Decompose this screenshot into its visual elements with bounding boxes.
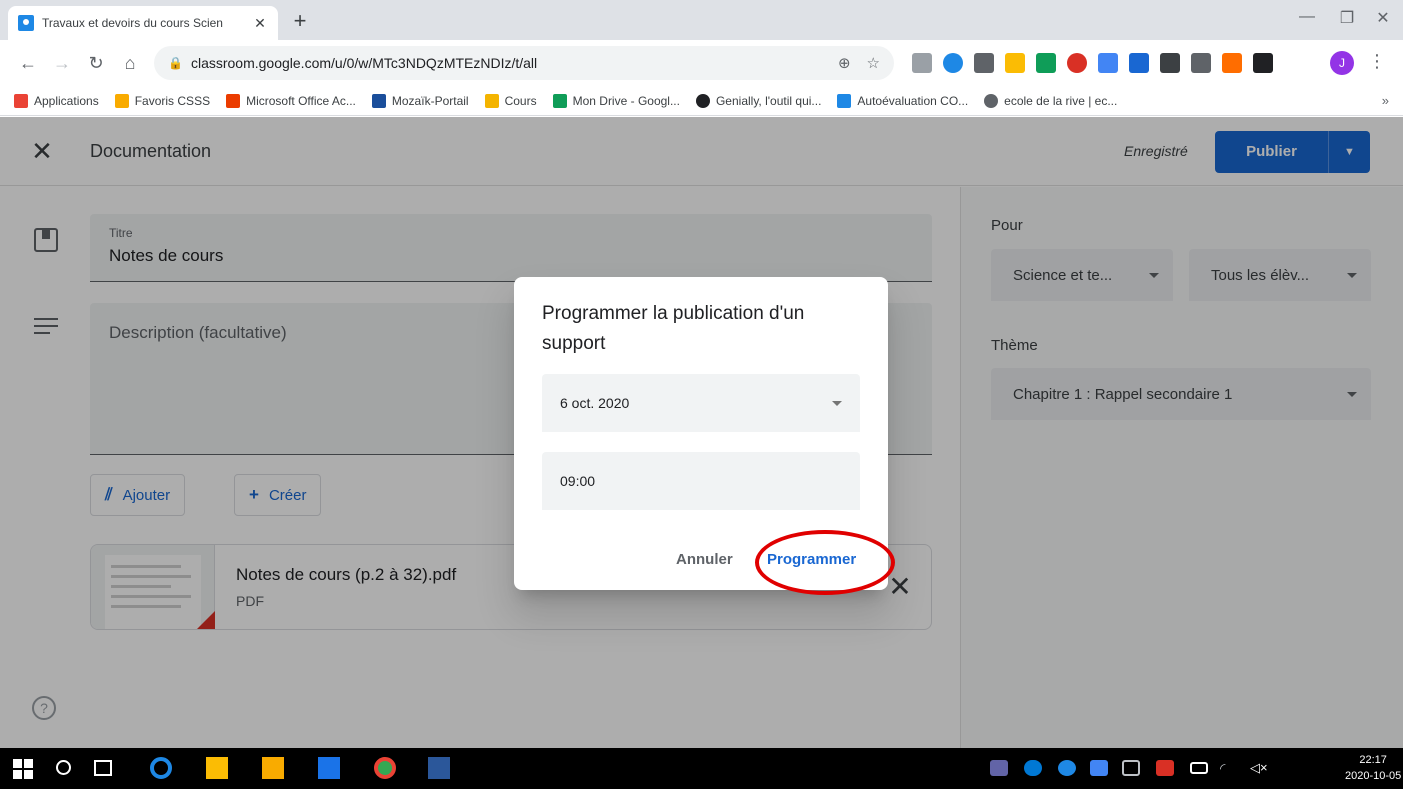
zoom-icon[interactable]: ⊕ (838, 54, 851, 72)
time-field[interactable]: 09:00 (542, 452, 860, 510)
office-icon (226, 93, 241, 108)
battery-icon[interactable] (1190, 762, 1208, 774)
bookmarks-bar: Applications Favoris CSSS Microsoft Offi… (0, 86, 1403, 116)
bookmark-label: Applications (34, 93, 99, 108)
windows-taskbar: ◜ ◁× 22:17 2020-10-05 (0, 748, 1403, 789)
globe-icon (984, 93, 999, 108)
bookmark-item[interactable]: Applications (14, 93, 99, 108)
bookmark-label: Microsoft Office Ac... (246, 93, 356, 108)
app-tray-icon[interactable] (1090, 760, 1108, 776)
bookmark-star-icon[interactable]: ☆ (867, 54, 880, 72)
puzzle-icon[interactable] (1253, 53, 1273, 73)
mozaik-icon (371, 93, 386, 108)
bookmark-label: Mon Drive - Googl... (572, 93, 680, 108)
dialog-title: Programmer la publication d'un support (542, 303, 805, 354)
drive-icon (552, 93, 567, 108)
restore-icon[interactable]: ❐ (1332, 8, 1362, 28)
extensions-area (912, 53, 1273, 73)
tab-title: Travaux et devoirs du cours Scien (42, 16, 223, 30)
extension-icon[interactable] (1191, 53, 1211, 73)
wifi-icon[interactable]: ◜ (1220, 760, 1238, 776)
adblock-icon[interactable] (1067, 53, 1087, 73)
browser-tab[interactable]: Travaux et devoirs du cours Scien ✕ (8, 6, 278, 40)
time-value: 09:00 (560, 473, 596, 489)
word-icon[interactable] (428, 757, 450, 779)
task-view-icon[interactable] (94, 760, 112, 776)
apps-grid-icon (14, 93, 28, 108)
file-explorer-icon[interactable] (262, 757, 284, 779)
url-text: classroom.google.com/u/0/w/MTc3NDQzMTEzN… (190, 55, 538, 71)
drive-extension-icon[interactable] (1036, 53, 1056, 73)
extension-icon[interactable] (1005, 53, 1025, 73)
reload-icon[interactable]: ↻ (84, 51, 108, 75)
date-value: 6 oct. 2020 (560, 395, 630, 411)
home-icon[interactable]: ⌂ (118, 51, 142, 75)
network-tray-icon[interactable] (1122, 760, 1140, 776)
bookmark-label: Mozaïk-Portail (391, 93, 469, 108)
search-icon[interactable] (56, 760, 71, 775)
bookmark-item[interactable]: Favoris CSSS (114, 93, 211, 108)
address-bar[interactable]: 🔒 classroom.google.com/u/0/w/MTc3NDQzMTE… (154, 46, 894, 80)
bookmark-label: Favoris CSSS (134, 93, 211, 108)
bookmark-item[interactable]: Microsoft Office Ac... (226, 93, 356, 108)
system-clock[interactable]: 22:17 2020-10-05 (1345, 752, 1401, 784)
date-select[interactable]: 6 oct. 2020 (542, 374, 860, 432)
clock-date: 2020-10-05 (1345, 770, 1402, 782)
browser-tab-bar: Travaux et devoirs du cours Scien ✕ + — … (0, 0, 1403, 40)
profile-avatar[interactable]: J (1330, 51, 1354, 75)
extension-icon[interactable] (912, 53, 932, 73)
extension-icon[interactable] (1129, 53, 1149, 73)
bookmark-label: Cours (504, 93, 537, 108)
browser-toolbar: ← → ↻ ⌂ 🔒 classroom.google.com/u/0/w/MTc… (0, 40, 1403, 86)
tab-close-icon[interactable]: ✕ (252, 15, 268, 32)
teams-tray-icon[interactable] (990, 760, 1008, 776)
bookmark-item[interactable]: Genially, l'outil qui... (695, 93, 822, 108)
back-icon[interactable]: ← (16, 51, 40, 75)
onedrive-tray-icon[interactable] (1024, 760, 1042, 776)
windows-start-icon[interactable] (12, 757, 34, 779)
classroom-favicon-icon (18, 15, 34, 31)
menu-kebab-icon[interactable]: ⋮ (1368, 51, 1386, 72)
bookmark-label: Autoévaluation CO... (857, 93, 969, 108)
chrome-icon[interactable] (374, 757, 396, 779)
forward-icon[interactable]: → (50, 51, 74, 75)
bookmark-item[interactable]: Autoévaluation CO... (837, 93, 969, 108)
extension-icon[interactable] (1160, 53, 1180, 73)
bookmark-label: ecole de la rive | ec... (1004, 93, 1118, 108)
sticky-notes-icon[interactable] (206, 757, 228, 779)
dropdown-arrow-icon (832, 400, 842, 406)
cancel-button[interactable]: Annuler (676, 551, 733, 568)
highlight-annotation (755, 530, 895, 595)
bookmark-item[interactable]: Mon Drive - Googl... (552, 93, 680, 108)
extension-icon[interactable] (943, 53, 963, 73)
outlook-icon[interactable] (318, 757, 340, 779)
new-tab-button[interactable]: + (288, 10, 312, 34)
sync-tray-icon[interactable] (1058, 760, 1076, 776)
translate-extension-icon[interactable] (1098, 53, 1118, 73)
extension-icon[interactable] (974, 53, 994, 73)
classroom-icon (484, 93, 499, 108)
lock-icon: 🔒 (168, 56, 183, 70)
bookmarks-overflow-icon[interactable]: » (1382, 93, 1389, 108)
genially-icon (695, 93, 710, 108)
window-close-icon[interactable]: ✕ (1368, 8, 1398, 28)
folder-icon (114, 93, 129, 108)
bookmark-item[interactable]: Mozaïk-Portail (371, 93, 469, 108)
autoevaluation-icon (837, 93, 852, 108)
bookmark-label: Genially, l'outil qui... (715, 93, 822, 108)
minimize-icon[interactable]: — (1292, 8, 1322, 26)
security-tray-icon[interactable] (1156, 760, 1174, 776)
extension-icon[interactable] (1222, 53, 1242, 73)
clock-time: 22:17 (1359, 754, 1387, 766)
volume-mute-icon[interactable]: ◁× (1250, 760, 1268, 776)
bookmark-item[interactable]: ecole de la rive | ec... (984, 93, 1118, 108)
edge-icon[interactable] (150, 757, 172, 779)
bookmark-item[interactable]: Cours (484, 93, 537, 108)
